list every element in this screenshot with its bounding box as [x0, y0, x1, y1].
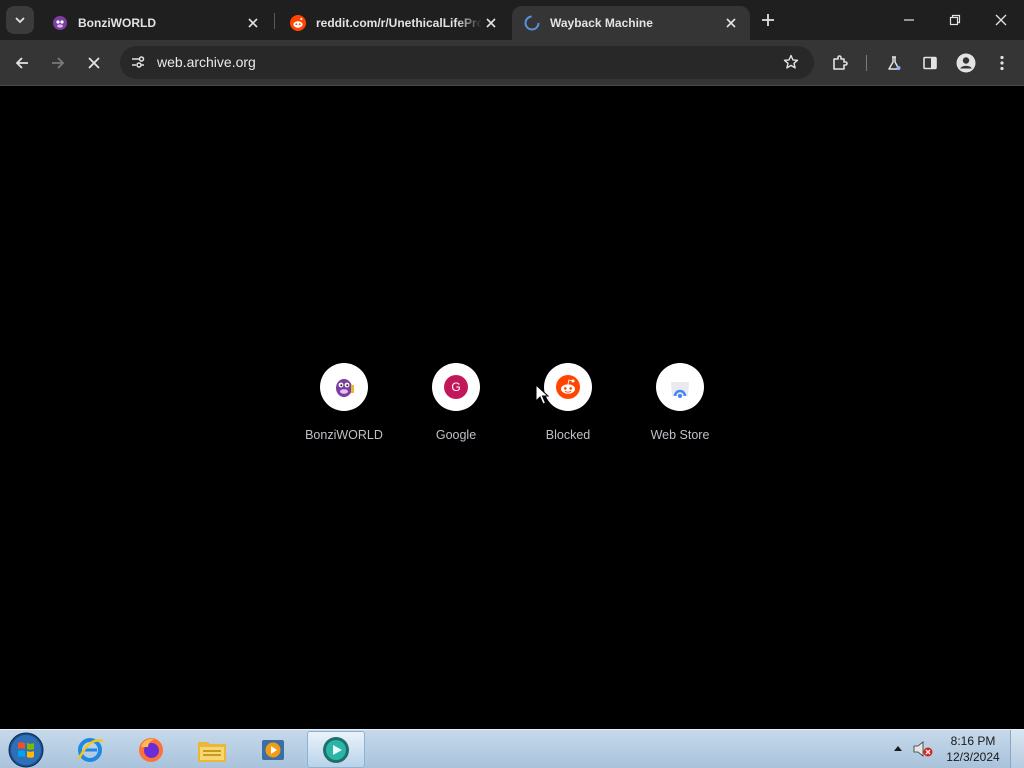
clock-date: 12/3/2024	[946, 750, 1000, 764]
windows-logo-icon	[8, 732, 44, 767]
side-panel-icon	[923, 56, 937, 70]
clock-time: 8:16 PM	[950, 734, 996, 748]
restore-icon	[949, 14, 961, 26]
bonzi-icon	[52, 15, 68, 31]
tab-reddit[interactable]: reddit.com/r/UnethicalLifeProTips	[278, 6, 510, 40]
google-g-icon: G	[444, 375, 468, 399]
shortcut-icon-tile	[320, 363, 368, 411]
shortcut-icon-tile: G	[432, 363, 480, 411]
avatar-icon	[956, 53, 976, 73]
bookmark-star-icon[interactable]	[780, 51, 802, 73]
close-icon[interactable]	[244, 14, 262, 32]
taskbar-media-player[interactable]	[244, 731, 302, 768]
stop-loading-button[interactable]	[79, 48, 109, 78]
tab-bonziworld[interactable]: BonziWORLD	[40, 6, 272, 40]
media-player-icon	[262, 739, 284, 760]
tab-wayback-machine[interactable]: Wayback Machine	[512, 6, 750, 40]
arrow-left-icon	[15, 57, 28, 69]
firefox-icon	[139, 737, 163, 762]
arrow-right-icon	[52, 57, 65, 69]
start-button[interactable]	[7, 731, 45, 768]
reddit-icon	[556, 375, 580, 399]
shortcut-icon-tile	[544, 363, 592, 411]
tab-search-button[interactable]	[6, 6, 34, 34]
close-icon[interactable]	[482, 14, 500, 32]
shortcut-blocked[interactable]: Blocked	[512, 363, 624, 453]
taskbar-active-app[interactable]	[307, 731, 365, 768]
profile-button[interactable]	[951, 48, 981, 78]
plus-icon	[762, 14, 774, 26]
close-icon[interactable]	[722, 14, 740, 32]
web-store-icon	[671, 382, 689, 398]
tab-separator	[274, 13, 275, 29]
internet-explorer-icon	[77, 737, 104, 762]
shortcut-icon-tile	[656, 363, 704, 411]
taskbar-file-explorer[interactable]	[183, 731, 241, 768]
labs-button[interactable]	[879, 48, 909, 78]
browser-toolbar: web.archive.org	[0, 40, 1024, 86]
shortcut-web-store[interactable]: Web Store	[624, 363, 736, 453]
tab-title: Wayback Machine	[550, 16, 653, 30]
bonzi-icon	[336, 379, 354, 397]
shortcut-label: Blocked	[545, 428, 591, 442]
menu-button[interactable]	[987, 48, 1017, 78]
close-window-button[interactable]	[978, 0, 1024, 40]
reddit-icon	[290, 15, 306, 31]
tray-overflow-button[interactable]	[892, 742, 904, 754]
tab-title: BonziWORLD	[78, 16, 156, 30]
windows-taskbar: 8:16 PM 12/3/2024	[0, 729, 1024, 768]
back-button[interactable]	[7, 48, 37, 78]
site-settings-icon[interactable]	[126, 50, 150, 74]
shortcut-google[interactable]: G Google	[400, 363, 512, 453]
volume-muted-icon[interactable]	[912, 740, 934, 758]
restore-button[interactable]	[932, 0, 978, 40]
minimize-button[interactable]	[886, 0, 932, 40]
side-panel-button[interactable]	[915, 48, 945, 78]
url-text[interactable]: web.archive.org	[157, 46, 256, 79]
flask-icon	[888, 56, 901, 70]
shortcut-label: Web Store	[650, 428, 710, 442]
tab-title: reddit.com/r/UnethicalLifeProTips	[316, 16, 482, 30]
taskbar-internet-explorer[interactable]	[61, 731, 119, 768]
wayback-icon	[524, 15, 540, 31]
chevron-up-icon	[894, 746, 902, 751]
address-bar[interactable]: web.archive.org	[120, 46, 814, 79]
google-letter: G	[451, 380, 461, 394]
close-icon	[995, 14, 1007, 26]
shortcut-label: BonziWORLD	[305, 428, 383, 442]
forward-button[interactable]	[43, 48, 73, 78]
minimize-icon	[904, 19, 914, 21]
new-tab-button[interactable]	[756, 8, 780, 32]
extensions-button[interactable]	[825, 48, 855, 78]
file-explorer-icon	[198, 741, 226, 762]
shortcut-label: Google	[435, 428, 477, 442]
shortcut-bonziworld[interactable]: BonziWORLD	[288, 363, 400, 453]
chevron-down-icon	[15, 17, 25, 24]
close-icon	[88, 57, 100, 69]
puzzle-icon	[833, 55, 848, 70]
system-clock[interactable]: 8:16 PM 12/3/2024	[936, 733, 1010, 765]
active-app-icon	[323, 736, 349, 763]
tab-strip: BonziWORLD reddit.com/r/UnethicalLifePro…	[0, 0, 1024, 40]
toolbar-divider	[866, 55, 867, 71]
show-desktop-button[interactable]	[1010, 730, 1024, 768]
more-vertical-icon	[1000, 55, 1004, 71]
new-tab-page: BonziWORLD G Google Blocked Web Store	[0, 87, 1024, 729]
taskbar-firefox[interactable]	[122, 731, 180, 768]
mouse-cursor-icon	[535, 384, 549, 405]
